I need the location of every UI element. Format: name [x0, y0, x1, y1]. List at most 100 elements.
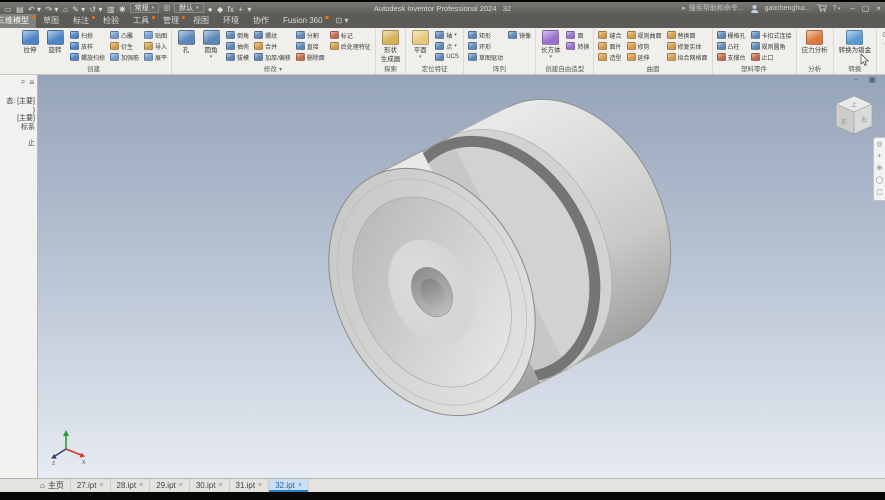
close-tab-icon[interactable]: ×	[258, 482, 262, 489]
work-point-button[interactable]: 点 ▾	[434, 41, 460, 51]
revolve-button[interactable]: 旋转	[44, 29, 66, 54]
replace-face-button[interactable]: 替换面	[666, 30, 709, 40]
trim-button[interactable]: 修剪	[626, 41, 663, 51]
panel-label[interactable]: 曲面	[597, 65, 708, 74]
home-icon[interactable]: ⌂	[63, 5, 68, 14]
browser-tree-item[interactable]: 止	[0, 140, 37, 149]
plus-icon[interactable]: +	[238, 5, 243, 14]
user-avatar-icon[interactable]	[750, 4, 759, 13]
combine-button[interactable]: 合并	[253, 41, 292, 51]
patch-button[interactable]: 面片	[597, 41, 622, 51]
team-icon[interactable]: ◆	[217, 5, 223, 14]
shape-generator-button[interactable]: 形状 生成器	[379, 29, 403, 63]
update-icon[interactable]: ↺ ▾	[90, 5, 103, 14]
save-icon[interactable]: ▤	[16, 5, 24, 14]
work-axis-button[interactable]: 轴 ▾	[434, 30, 460, 40]
measure-icon[interactable]: ▥	[107, 5, 115, 14]
browser-tree-item[interactable]: [主要]	[0, 115, 37, 124]
signed-in-user[interactable]: gaochenghui...	[765, 5, 811, 12]
panel-label[interactable]: 修改 ▼	[175, 65, 372, 74]
close-tab-icon[interactable]: ×	[179, 482, 183, 489]
viewport[interactable]: ‒ ▣ 上 前 右 ◎ + ⊕ ◯ ▢ Z X	[38, 75, 885, 478]
thicken-offset-button[interactable]: 加厚/偏移	[253, 52, 292, 62]
browser-tree-item[interactable]: 态: [主要]	[0, 98, 37, 107]
boss-button[interactable]: 凸柱	[716, 41, 747, 51]
thread-button[interactable]: 螺纹	[253, 30, 292, 40]
ruled-surface-button[interactable]: 规则曲面	[626, 30, 663, 40]
steering-wheel-icon[interactable]: ◎	[876, 141, 882, 149]
rib-button[interactable]: 加强筋	[109, 52, 140, 62]
browser-search-icon[interactable]: ⌕	[21, 77, 25, 87]
finish-feature-button[interactable]: 后处理特征	[329, 41, 372, 51]
chamfer-button[interactable]: 倒角	[225, 30, 250, 40]
split-button[interactable]: 分割	[295, 30, 326, 40]
pulley-model[interactable]	[288, 75, 711, 451]
direct-edit-button[interactable]: 直接	[295, 41, 326, 51]
panel-label[interactable]: 创建	[19, 65, 168, 74]
panel-label[interactable]: 定位特征	[409, 65, 460, 74]
decal-button[interactable]: 贴图	[143, 30, 168, 40]
store-cart-icon[interactable]	[817, 4, 827, 12]
zoom-icon[interactable]: ⊕	[877, 165, 883, 173]
rectangular-pattern-button[interactable]: 矩形	[467, 30, 504, 40]
ribbon-tab-协作[interactable]: 协作	[246, 14, 276, 28]
import-button[interactable]: 导入	[143, 41, 168, 51]
close-tab-icon[interactable]: ×	[99, 482, 103, 489]
ucs-button[interactable]: UCS	[434, 52, 460, 62]
stress-analysis-button[interactable]: 应力分析	[800, 29, 830, 54]
coil-button[interactable]: 螺旋扫掠	[69, 52, 106, 62]
delete-face-button[interactable]: 删除面	[295, 52, 326, 62]
document-tab-32.ipt[interactable]: 32.ipt ×	[269, 479, 309, 492]
repair-bodies-button[interactable]: 修复实体	[666, 41, 709, 51]
hole-button[interactable]: 孔	[175, 29, 197, 54]
sketch-icon[interactable]: ✎ ▾	[72, 5, 85, 14]
panel-label[interactable]: 创建自由造型	[539, 65, 591, 74]
help-search-input[interactable]: ▸ 搜索帮助和命令...	[682, 3, 743, 13]
sculpt-button[interactable]: 造型	[597, 52, 622, 62]
close-tab-icon[interactable]: ×	[218, 482, 222, 489]
help-button[interactable]: ? ▾	[833, 5, 841, 12]
loft-button[interactable]: 放样	[69, 41, 106, 51]
ribbon-tab-草图[interactable]: 草图	[36, 14, 66, 28]
ribbon-overflow-button[interactable]: ⊙ ·	[877, 28, 885, 74]
close-button[interactable]: ×	[876, 4, 881, 13]
sketch-driven-pattern-button[interactable]: 草图驱动	[467, 52, 504, 62]
pan-icon[interactable]: +	[877, 153, 881, 161]
ribbon-tab-管理[interactable]: 管理	[156, 14, 186, 28]
open-icon[interactable]: ▭	[4, 5, 12, 14]
color-ball-icon[interactable]: ●	[208, 5, 213, 14]
fit-mesh-face-button[interactable]: 拟合网格面	[666, 52, 709, 62]
lip-button[interactable]: 止口	[750, 52, 793, 62]
document-tab-31.ipt[interactable]: 31.ipt ×	[230, 479, 270, 492]
mdi-window-controls[interactable]: ‒ ▣	[854, 75, 880, 84]
rule-fillet-button[interactable]: 规则圆角	[750, 41, 793, 51]
convert-to-sheet-metal-button[interactable]: 转换为钣金	[837, 29, 874, 54]
panel-label[interactable]: 探索	[379, 65, 403, 74]
close-tab-icon[interactable]: ×	[139, 482, 143, 489]
emboss-button[interactable]: 凸雕	[109, 30, 140, 40]
extrude-button[interactable]: 拉伸	[19, 29, 41, 54]
home-tab[interactable]: ⌂ 主页	[34, 479, 71, 492]
appearance-icon[interactable]: ◎	[163, 2, 170, 14]
grill-button[interactable]: 栅格孔	[716, 30, 747, 40]
freeform-box-button[interactable]: 长方体 ▾	[539, 29, 563, 60]
sweep-button[interactable]: 扫掠	[69, 30, 106, 40]
ribbon-tab-标注[interactable]: 标注	[66, 14, 96, 28]
ribbon-tab-环境[interactable]: 环境	[216, 14, 246, 28]
look-at-icon[interactable]: ▢	[876, 189, 883, 197]
freeform-face-button[interactable]: 面	[565, 30, 590, 40]
derive-button[interactable]: 衍生	[109, 41, 140, 51]
shell-button[interactable]: 抽壳	[225, 41, 250, 51]
panel-label[interactable]: 分析	[800, 65, 830, 74]
view-cube[interactable]: 上 前 右	[828, 88, 880, 140]
browser-tree-item[interactable]: )	[0, 107, 37, 116]
tab-overflow-button[interactable]: ⊡ ▾	[330, 14, 355, 28]
circular-pattern-button[interactable]: 环形	[467, 41, 504, 51]
ribbon-tab-三维模型[interactable]: 三维模型	[0, 14, 36, 28]
extend-button[interactable]: 延伸	[626, 52, 663, 62]
more-icon[interactable]: ▾	[247, 5, 251, 14]
minimize-button[interactable]: –	[850, 4, 854, 13]
redo-icon[interactable]: ↷ ▾	[45, 5, 58, 14]
document-tab-27.ipt[interactable]: 27.ipt ×	[71, 479, 111, 492]
browser-menu-icon[interactable]: ≡	[29, 78, 34, 87]
